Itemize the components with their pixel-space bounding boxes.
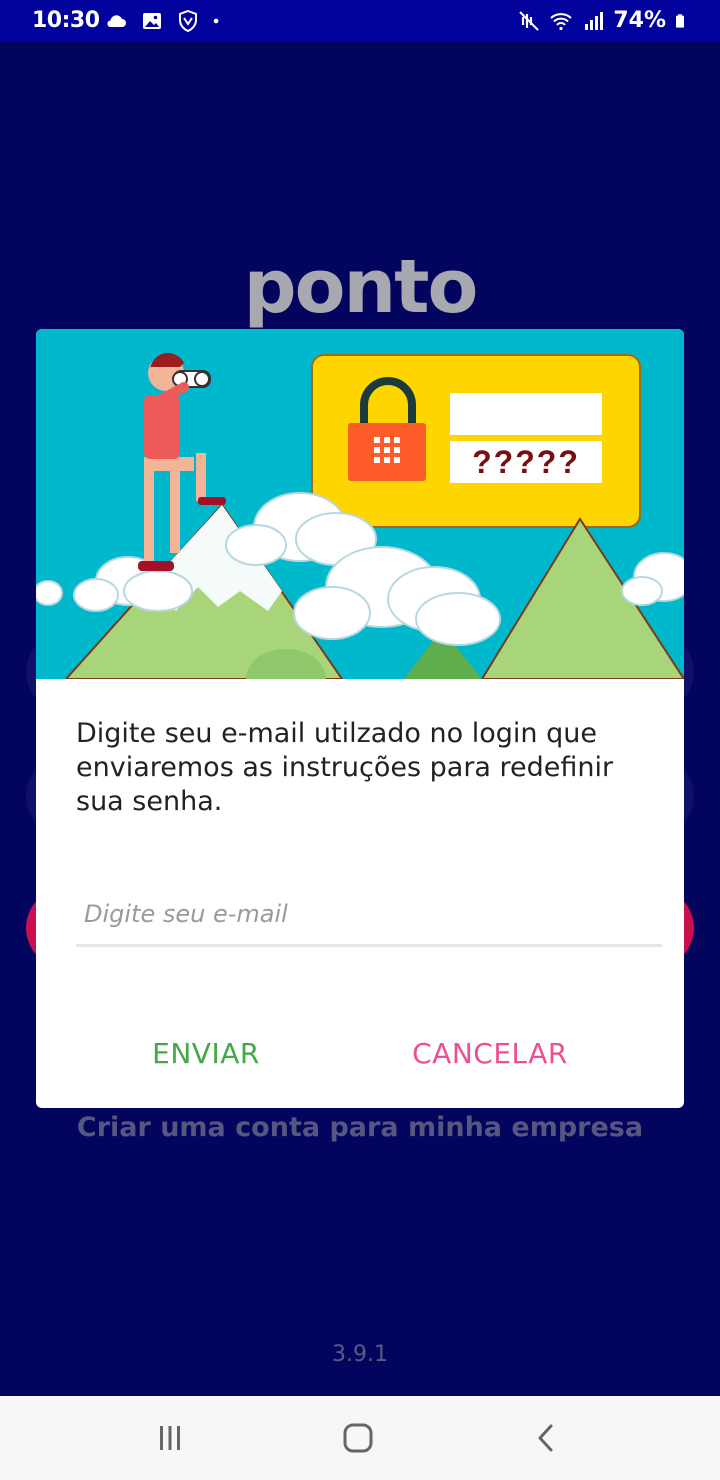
back-icon xyxy=(538,1424,553,1452)
dialog-message: Digite seu e-mail utilzado no login que … xyxy=(76,718,614,817)
status-right-icons: 74% xyxy=(517,8,690,33)
dot-icon xyxy=(213,18,219,24)
password-hint-text: ????? xyxy=(472,444,580,480)
create-account-link[interactable]: Criar uma conta para minha empresa xyxy=(0,1112,720,1143)
app-logo: ponto xyxy=(243,244,479,330)
status-bar: 10:30 74% xyxy=(0,0,720,42)
wifi-icon xyxy=(550,12,572,30)
signal-icon xyxy=(585,11,604,30)
status-left-icons xyxy=(104,9,226,33)
image-icon xyxy=(143,13,161,29)
status-time: 10:30 xyxy=(32,8,100,33)
forgot-password-illustration: ????? xyxy=(36,329,684,679)
recent-apps-icon xyxy=(160,1426,180,1450)
shield-icon xyxy=(179,9,197,33)
back-button[interactable] xyxy=(526,1420,566,1456)
email-input[interactable] xyxy=(76,884,662,947)
mute-icon xyxy=(519,10,540,31)
recent-apps-button[interactable] xyxy=(150,1420,190,1456)
battery-icon xyxy=(676,13,684,28)
cloud-icon xyxy=(107,15,126,27)
cancel-button[interactable]: CANCELAR xyxy=(406,1029,574,1077)
home-icon xyxy=(343,1423,373,1453)
reset-password-dialog: ????? Digite seu e-mail utilzado no logi… xyxy=(36,329,684,1108)
home-button[interactable] xyxy=(338,1420,378,1456)
app-version: 3.9.1 xyxy=(332,1342,388,1367)
system-nav-bar xyxy=(0,1396,720,1480)
battery-percent: 74% xyxy=(613,8,666,33)
send-button[interactable]: ENVIAR xyxy=(144,1029,268,1077)
